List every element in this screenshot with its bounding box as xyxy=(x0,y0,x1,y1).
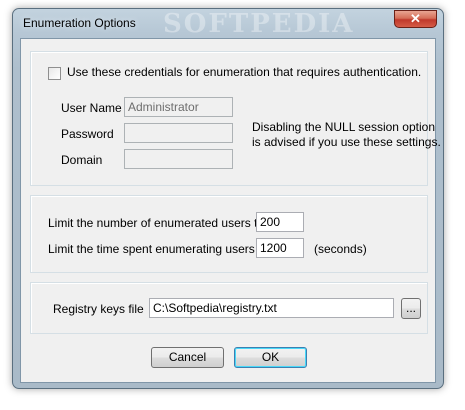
title-bar[interactable]: Enumeration Options SOFTPEDIA ✕ xyxy=(13,9,443,39)
null-session-note-line1: Disabling the NULL session option xyxy=(252,120,435,134)
enumeration-options-dialog: Enumeration Options SOFTPEDIA ✕ Use thes… xyxy=(12,8,444,389)
username-label: User Name xyxy=(61,101,122,115)
browse-button[interactable]: ... xyxy=(401,298,421,319)
time-unit-label: (seconds) xyxy=(314,242,367,256)
credentials-group: Use these credentials for enumeration th… xyxy=(30,51,441,186)
close-icon: ✕ xyxy=(410,11,421,26)
domain-field[interactable] xyxy=(124,149,233,169)
max-users-label: Limit the number of enumerated users to xyxy=(48,216,265,230)
max-users-input[interactable]: 200 xyxy=(256,212,304,232)
limits-group: Limit the number of enumerated users to … xyxy=(30,195,428,273)
domain-label: Domain xyxy=(61,153,103,167)
window-title: Enumeration Options xyxy=(23,16,136,30)
ok-button[interactable]: OK xyxy=(234,347,307,368)
null-session-note-line2: is advised if you use these settings. xyxy=(252,135,441,149)
close-button[interactable]: ✕ xyxy=(394,10,437,28)
dialog-body: Use these credentials for enumeration th… xyxy=(20,38,441,383)
registry-file-input[interactable]: C:\Softpedia\registry.txt xyxy=(149,298,394,318)
username-field[interactable]: Administrator xyxy=(124,97,233,117)
softpedia-watermark: SOFTPEDIA xyxy=(163,9,355,39)
password-field[interactable] xyxy=(124,123,233,143)
cancel-button[interactable]: Cancel xyxy=(151,347,224,368)
use-credentials-checkbox[interactable] xyxy=(48,67,61,80)
password-label: Password xyxy=(61,127,114,141)
time-limit-label: Limit the time spent enumerating users t… xyxy=(48,242,269,256)
time-limit-input[interactable]: 1200 xyxy=(256,238,304,258)
registry-file-label: Registry keys file xyxy=(53,302,144,316)
registry-group: Registry keys file C:\Softpedia\registry… xyxy=(30,282,428,334)
use-credentials-label[interactable]: Use these credentials for enumeration th… xyxy=(67,65,421,79)
